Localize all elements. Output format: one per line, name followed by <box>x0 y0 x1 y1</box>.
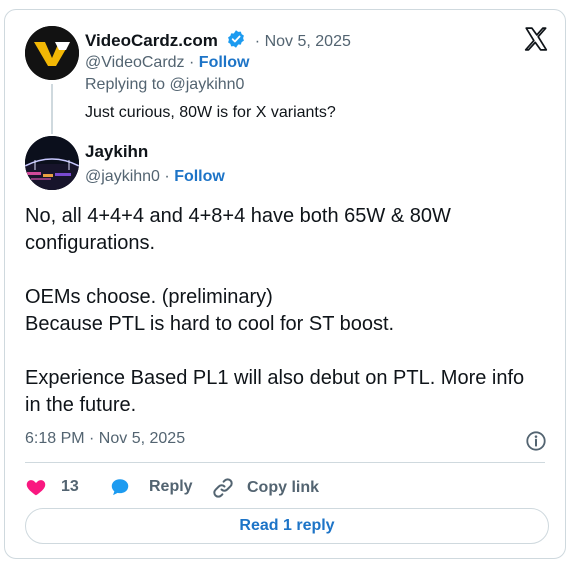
x-logo-icon[interactable] <box>523 26 549 52</box>
separator-dot: · <box>254 33 261 50</box>
verified-badge-icon <box>228 30 245 48</box>
bridge-night-photo <box>25 136 79 190</box>
tweet-card: VideoCardz.com · Nov 5, 2025 @VideoCardz… <box>4 9 566 559</box>
divider <box>25 462 545 463</box>
replying-to-text[interactable]: Replying to @jaykihn0 <box>85 76 244 94</box>
parent-follow-link[interactable]: Follow <box>199 54 250 71</box>
reply-follow-link[interactable]: Follow <box>174 168 225 185</box>
reply-paragraph: OEMs choose. (preliminary) <box>25 286 273 308</box>
reply-display-name[interactable]: Jaykihn <box>85 142 148 162</box>
read-replies-button[interactable]: Read 1 reply <box>25 508 549 544</box>
reply-button[interactable]: Reply <box>109 476 193 498</box>
parent-tweet-text: Just curious, 80W is for X variants? <box>85 104 336 121</box>
link-icon <box>213 478 233 498</box>
parent-date[interactable]: Nov 5, 2025 <box>265 33 351 50</box>
parent-display-name[interactable]: VideoCardz.com <box>85 31 218 50</box>
jaykihn-avatar[interactable] <box>25 136 79 190</box>
reply-handle[interactable]: @jaykihn0 <box>85 168 160 185</box>
copy-link-label: Copy link <box>247 479 320 496</box>
reply-paragraph: No, all 4+4+4 and 4+8+4 have both 65W & … <box>25 205 451 254</box>
reply-paragraph: Because PTL is hard to cool for ST boost… <box>25 313 395 335</box>
heart-icon <box>26 480 46 496</box>
reply-label: Reply <box>149 478 193 495</box>
reply-handle-row: @jaykihn0 · Follow <box>85 168 225 185</box>
parent-handle-row: @VideoCardz · Follow <box>85 54 250 71</box>
parent-author-row: VideoCardz.com · Nov 5, 2025 <box>85 29 351 51</box>
info-icon[interactable] <box>525 430 547 452</box>
videocardz-avatar[interactable] <box>25 26 79 80</box>
read-replies-label: Read 1 reply <box>239 517 335 534</box>
parent-handle[interactable]: @VideoCardz <box>85 54 185 71</box>
videocardz-logo <box>25 26 79 80</box>
tweet-timestamp[interactable]: 6:18 PM · Nov 5, 2025 <box>25 430 185 448</box>
reply-paragraph: Experience Based PL1 will also debut on … <box>25 367 525 416</box>
reply-bubble-icon <box>111 479 129 496</box>
reply-tweet-text: No, all 4+4+4 and 4+8+4 have both 65W & … <box>25 203 545 419</box>
copy-link-button[interactable]: Copy link <box>211 476 319 500</box>
like-count: 13 <box>61 478 79 495</box>
like-button[interactable]: 13 <box>25 476 79 498</box>
thread-connector-line <box>51 84 53 134</box>
